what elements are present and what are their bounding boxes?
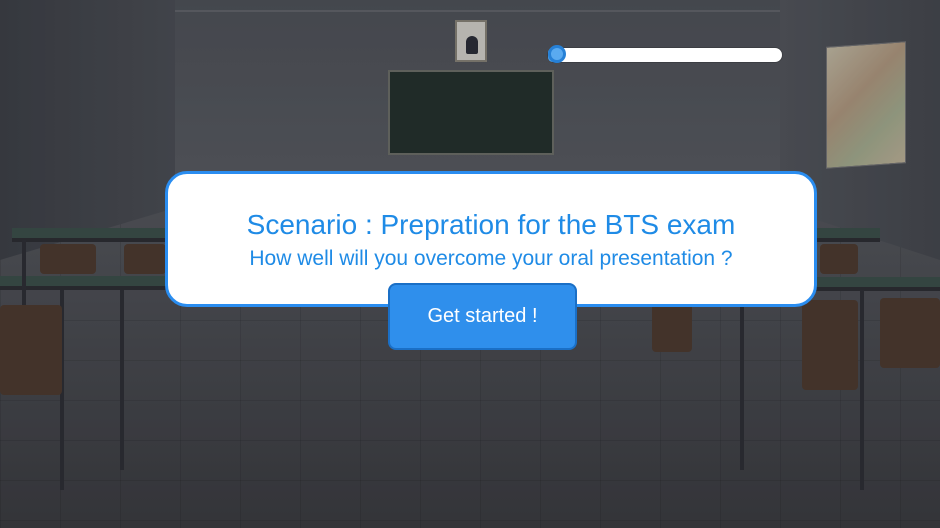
progress-knob <box>548 45 566 63</box>
progress-bar <box>548 45 782 63</box>
scene: Scenario : Prepration for the BTS exam H… <box>0 0 940 528</box>
scenario-subtitle: How well will you overcome your oral pre… <box>249 247 733 270</box>
get-started-button[interactable]: Get started ! <box>388 283 577 350</box>
scenario-title: Scenario : Prepration for the BTS exam <box>246 209 736 240</box>
